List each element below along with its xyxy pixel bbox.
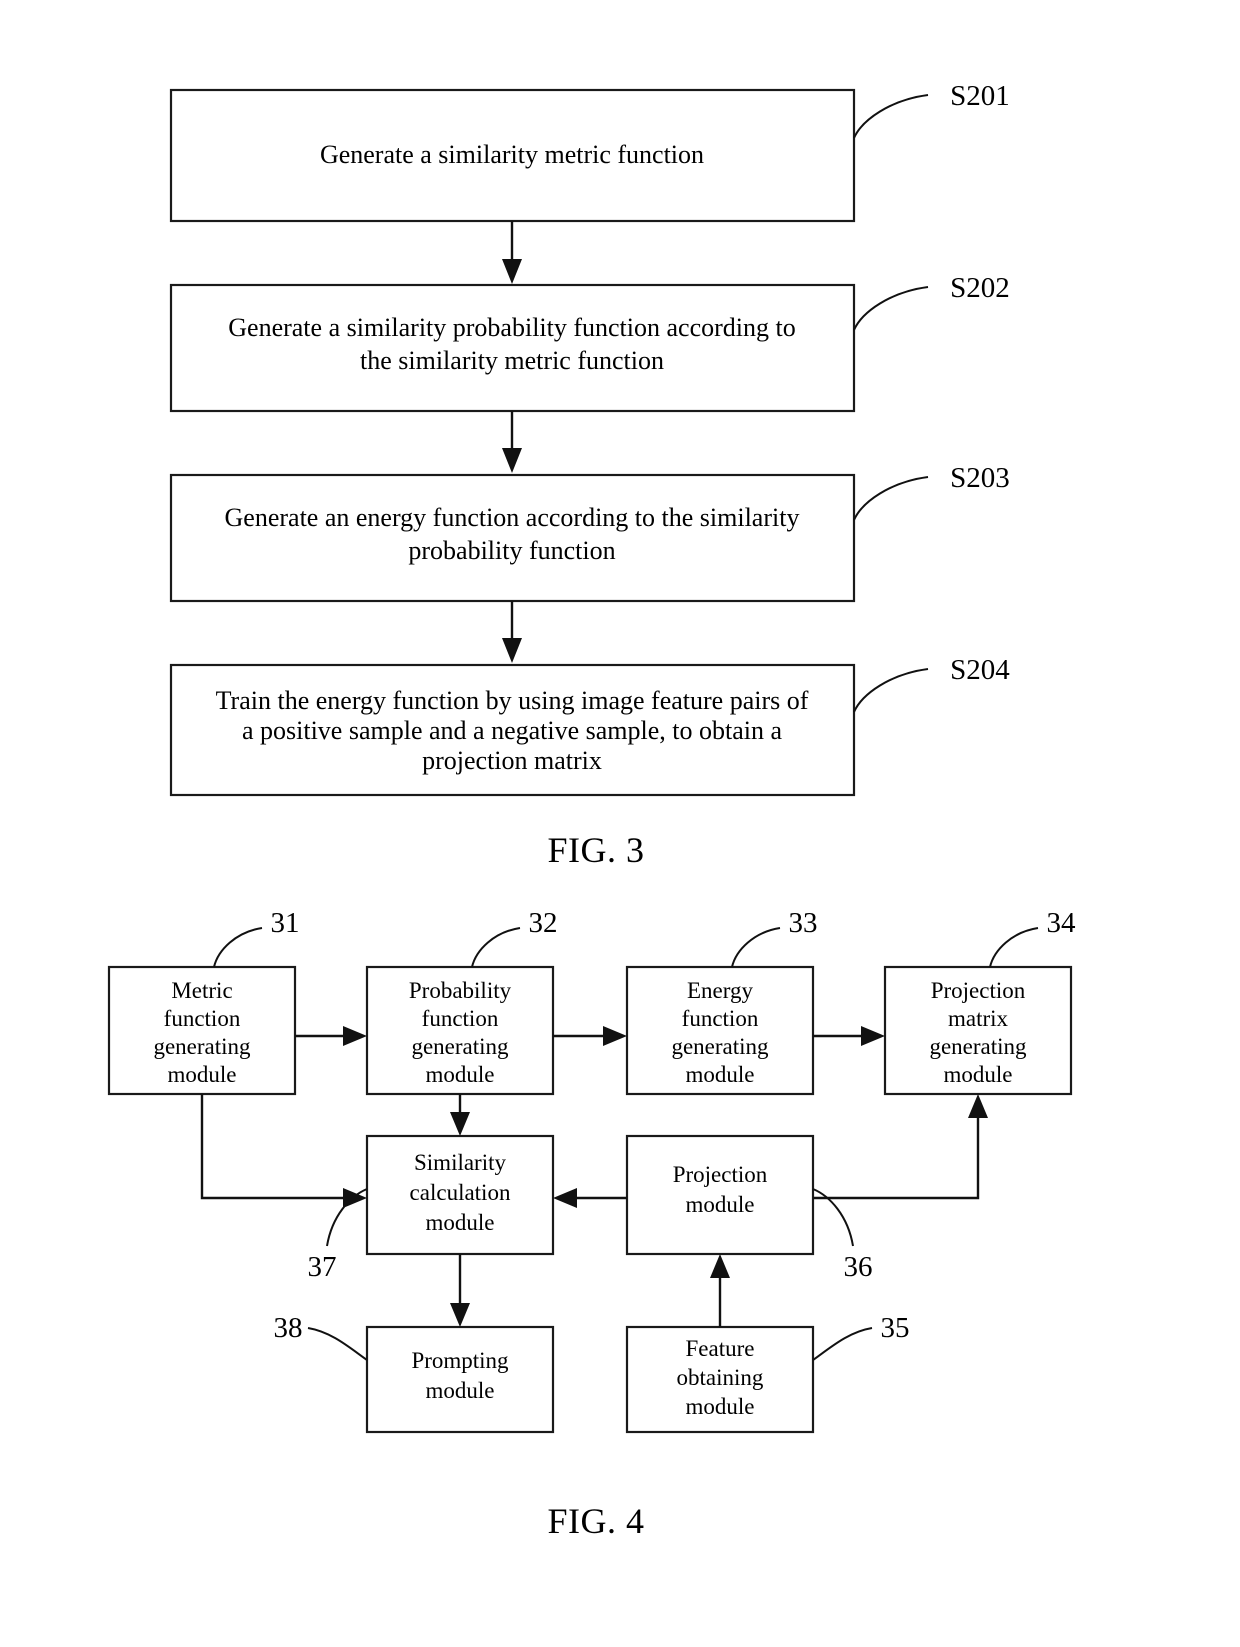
module-38-line-2: module bbox=[426, 1378, 495, 1403]
flow-step-s202[interactable]: Generate a similarity probability functi… bbox=[169, 283, 856, 413]
ref-label-s201: S201 bbox=[950, 80, 1010, 112]
ref-label-s202: S202 bbox=[950, 272, 1010, 304]
flow-step-s202-line-2: the similarity metric function bbox=[360, 346, 664, 375]
ref-label-s203: S203 bbox=[950, 462, 1010, 494]
module-36-line-1: Projection bbox=[673, 1162, 768, 1187]
module-38[interactable]: Prompting module bbox=[365, 1325, 555, 1434]
sheet-background bbox=[0, 0, 1240, 1647]
module-33-line-2: function bbox=[682, 1006, 759, 1031]
ref-label-34: 34 bbox=[1047, 907, 1077, 939]
module-34[interactable]: Projection matrix generating module bbox=[883, 965, 1073, 1096]
ref-label-36: 36 bbox=[844, 1251, 873, 1283]
module-32-line-1: Probability bbox=[409, 978, 512, 1003]
ref-label-33: 33 bbox=[789, 907, 818, 939]
module-33-line-1: Energy bbox=[687, 978, 754, 1003]
figure-4-caption: FIG. 4 bbox=[547, 1501, 644, 1541]
module-35-line-2: obtaining bbox=[677, 1365, 764, 1390]
module-38-line-1: Prompting bbox=[411, 1348, 509, 1373]
ref-label-s204: S204 bbox=[950, 654, 1010, 686]
module-37-line-3: module bbox=[426, 1210, 495, 1235]
module-33[interactable]: Energy function generating module bbox=[625, 965, 815, 1096]
ref-label-37: 37 bbox=[308, 1251, 337, 1283]
patent-drawing-sheet: Generate a similarity metric function S2… bbox=[0, 0, 1240, 1647]
module-34-line-4: module bbox=[944, 1062, 1013, 1087]
module-34-line-2: matrix bbox=[948, 1006, 1009, 1031]
ref-label-38: 38 bbox=[274, 1312, 303, 1344]
flow-step-s204[interactable]: Train the energy function by using image… bbox=[169, 663, 856, 797]
module-31-line-2: function bbox=[164, 1006, 241, 1031]
module-31[interactable]: Metric function generating module bbox=[107, 965, 297, 1096]
module-37-line-2: calculation bbox=[410, 1180, 511, 1205]
flow-step-s203-line-2: probability function bbox=[408, 536, 615, 565]
module-35-line-1: Feature bbox=[686, 1336, 755, 1361]
flow-step-s204-line-2: a positive sample and a negative sample,… bbox=[242, 716, 783, 745]
module-31-line-1: Metric bbox=[171, 978, 232, 1003]
module-33-line-4: module bbox=[686, 1062, 755, 1087]
module-36[interactable]: Projection module bbox=[625, 1134, 815, 1256]
flow-step-s203[interactable]: Generate an energy function according to… bbox=[169, 473, 856, 603]
ref-label-31: 31 bbox=[271, 907, 300, 939]
module-33-line-3: generating bbox=[671, 1034, 769, 1059]
module-31-line-4: module bbox=[168, 1062, 237, 1087]
module-31-line-3: generating bbox=[153, 1034, 251, 1059]
flow-step-s203-line-1: Generate an energy function according to… bbox=[225, 503, 800, 532]
flow-step-s204-line-3: projection matrix bbox=[422, 746, 602, 775]
module-32[interactable]: Probability function generating module bbox=[365, 965, 555, 1096]
module-37-line-1: Similarity bbox=[414, 1150, 507, 1175]
flow-step-s204-line-1: Train the energy function by using image… bbox=[216, 686, 809, 715]
ref-label-35: 35 bbox=[881, 1312, 910, 1344]
module-32-line-4: module bbox=[426, 1062, 495, 1087]
ref-label-32: 32 bbox=[529, 907, 558, 939]
module-32-line-3: generating bbox=[411, 1034, 509, 1059]
module-35-line-3: module bbox=[686, 1394, 755, 1419]
module-34-line-3: generating bbox=[929, 1034, 1027, 1059]
flow-step-s201-line-1: Generate a similarity metric function bbox=[320, 140, 704, 169]
module-35[interactable]: Feature obtaining module bbox=[625, 1325, 815, 1434]
module-34-line-1: Projection bbox=[931, 978, 1026, 1003]
module-36-line-2: module bbox=[686, 1192, 755, 1217]
module-32-line-2: function bbox=[422, 1006, 499, 1031]
module-37[interactable]: Similarity calculation module bbox=[365, 1134, 555, 1256]
flow-step-s202-line-1: Generate a similarity probability functi… bbox=[228, 313, 795, 342]
figure-3-caption: FIG. 3 bbox=[547, 830, 644, 870]
flow-step-s201[interactable]: Generate a similarity metric function bbox=[169, 88, 856, 223]
